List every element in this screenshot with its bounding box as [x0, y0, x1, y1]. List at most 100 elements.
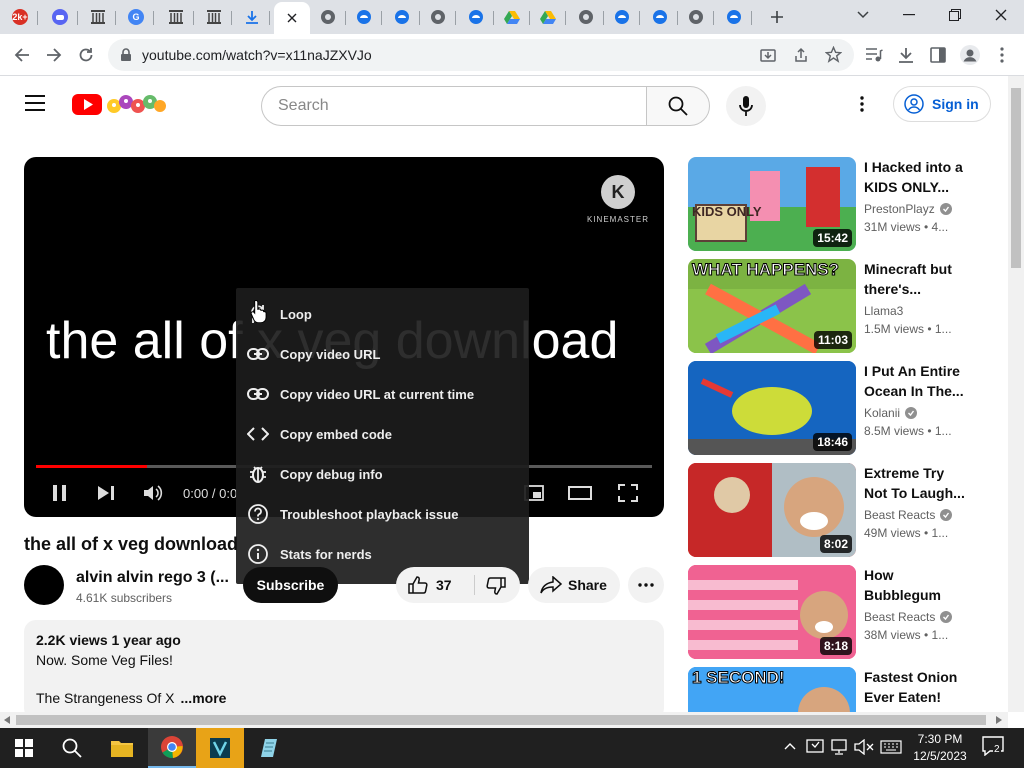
browser-tab[interactable]	[346, 4, 382, 30]
chevron-up-icon[interactable]	[784, 742, 796, 750]
taskbar-clock[interactable]: 7:30 PM 12/5/2023	[910, 731, 970, 765]
context-menu-item[interactable]: Loop	[236, 294, 529, 334]
browser-tab[interactable]	[716, 4, 752, 30]
app-v-taskbar[interactable]	[196, 728, 244, 768]
channel-name[interactable]: alvin alvin rego 3 (...	[76, 569, 229, 587]
recommended-video[interactable]: 8:18 How Bubblegum Is... Beast Reacts 38M v…	[688, 565, 978, 659]
browser-tab[interactable]: G	[118, 4, 154, 30]
recommended-video-title[interactable]: Minecraft but there's...	[864, 259, 968, 299]
downloads-button[interactable]	[895, 44, 917, 66]
browser-tab[interactable]: 2k+	[2, 4, 38, 30]
recommended-video[interactable]: 1 SECOND! Fastest Onion Ever Eaten!	[688, 667, 978, 712]
app-notes-taskbar[interactable]	[244, 728, 292, 768]
recommended-video-title[interactable]: I Put An Entire Ocean In The...	[864, 361, 968, 401]
browser-tab[interactable]	[274, 2, 310, 34]
speaker-muted-icon[interactable]	[854, 739, 874, 755]
keyboard-icon[interactable]	[880, 740, 902, 754]
settings-menu-button[interactable]	[860, 96, 864, 112]
recommended-video[interactable]: 8:02 Extreme Try Not To Laugh... Beast Rea…	[688, 463, 978, 557]
chrome-menu-button[interactable]	[991, 44, 1013, 66]
browser-tab[interactable]	[384, 4, 420, 30]
vertical-scroll-thumb[interactable]	[1011, 88, 1021, 268]
recommended-video-title[interactable]: How Bubblegum Is...	[864, 565, 968, 605]
youtube-logo[interactable]	[72, 90, 168, 118]
back-button[interactable]	[11, 44, 33, 66]
new-tab-button[interactable]	[766, 6, 788, 28]
channel-avatar[interactable]	[24, 565, 64, 605]
browser-tab[interactable]	[80, 4, 116, 30]
context-menu-item[interactable]: Copy video URL at current time	[236, 374, 529, 414]
tray-app-icon[interactable]	[806, 739, 824, 755]
recommended-video-title[interactable]: Extreme Try Not To Laugh...	[864, 463, 968, 503]
recommended-channel[interactable]: Kolanii	[864, 406, 918, 420]
address-bar[interactable]: youtube.com/watch?v=x11naJZXVJo	[108, 39, 854, 71]
video-thumbnail[interactable]: 1 SECOND!	[688, 667, 856, 712]
browser-tab[interactable]	[494, 4, 530, 30]
guide-menu-button[interactable]	[24, 94, 46, 112]
media-controls-button[interactable]	[863, 44, 885, 66]
recommended-channel[interactable]: Beast Reacts	[864, 508, 953, 522]
browser-tab[interactable]	[420, 4, 456, 30]
video-thumbnail[interactable]: WHAT HAPPENS? 11:03	[688, 259, 856, 353]
browser-tab[interactable]	[196, 4, 232, 30]
notifications-button[interactable]: 2	[982, 736, 1008, 760]
share-button[interactable]: Share	[528, 567, 620, 603]
file-explorer-app[interactable]	[98, 728, 146, 768]
scroll-left-icon[interactable]	[4, 716, 10, 724]
sign-in-button[interactable]: Sign in	[893, 86, 991, 122]
restore-button[interactable]	[932, 0, 978, 30]
recommended-video[interactable]: WHAT HAPPENS? 11:03 Minecraft but there's.…	[688, 259, 978, 353]
more-actions-button[interactable]	[628, 567, 664, 603]
theater-mode-button[interactable]	[566, 479, 594, 507]
bookmark-star-icon[interactable]	[825, 46, 842, 63]
pause-button[interactable]	[46, 479, 74, 507]
close-tab-icon[interactable]	[287, 13, 297, 23]
browser-tab[interactable]	[604, 4, 640, 30]
close-window-button[interactable]	[978, 0, 1024, 30]
share-page-icon[interactable]	[793, 47, 809, 63]
browser-tab[interactable]	[310, 4, 346, 30]
side-panel-button[interactable]	[927, 44, 949, 66]
install-app-icon[interactable]	[760, 47, 776, 63]
video-thumbnail[interactable]: 8:18	[688, 565, 856, 659]
vertical-scrollbar[interactable]	[1008, 76, 1024, 712]
next-button[interactable]	[92, 479, 120, 507]
video-thumbnail[interactable]: KIDS ONLY 15:42	[688, 157, 856, 251]
horizontal-scroll-thumb[interactable]	[16, 715, 986, 725]
browser-tab[interactable]	[530, 4, 566, 30]
recommended-video[interactable]: 18:46 I Put An Entire Ocean In The... Kola…	[688, 361, 978, 455]
search-button[interactable]	[646, 86, 710, 126]
video-thumbnail[interactable]: 18:46	[688, 361, 856, 455]
thumbs-up-icon[interactable]	[408, 576, 428, 594]
tab-search-button[interactable]	[840, 0, 886, 30]
context-menu-item[interactable]: Troubleshoot playback issue	[236, 494, 529, 534]
thumbs-down-icon[interactable]	[486, 577, 506, 595]
network-icon[interactable]	[830, 739, 848, 755]
voice-search-button[interactable]	[726, 86, 766, 126]
subscribe-button[interactable]: Subscribe	[243, 567, 338, 603]
description-box[interactable]: 2.2K views 1 year ago Now. Some Veg File…	[24, 620, 664, 720]
browser-tab[interactable]	[234, 4, 270, 30]
fullscreen-button[interactable]	[614, 479, 642, 507]
recommended-video-title[interactable]: I Hacked into a KIDS ONLY...	[864, 157, 968, 197]
browser-tab[interactable]	[642, 4, 678, 30]
recommended-channel[interactable]: Llama3	[864, 304, 903, 318]
context-menu-item[interactable]: Copy debug info	[236, 454, 529, 494]
forward-button[interactable]	[43, 44, 65, 66]
show-more-link[interactable]: ...more	[181, 690, 227, 706]
browser-tab[interactable]	[458, 4, 494, 30]
browser-tab[interactable]	[158, 4, 194, 30]
reload-button[interactable]	[75, 44, 97, 66]
scroll-right-icon[interactable]	[996, 716, 1002, 724]
url-text[interactable]: youtube.com/watch?v=x11naJZXVJo	[142, 47, 372, 63]
chrome-app[interactable]	[148, 728, 196, 768]
profile-button[interactable]	[959, 44, 981, 66]
recommended-video[interactable]: KIDS ONLY 15:42 I Hacked into a KIDS ONLY.…	[688, 157, 978, 251]
context-menu-item[interactable]: Copy embed code	[236, 414, 529, 454]
start-button[interactable]	[0, 728, 48, 768]
recommended-channel[interactable]: PrestonPlayz	[864, 202, 952, 216]
search-input[interactable]: Search	[261, 86, 647, 126]
video-thumbnail[interactable]: 8:02	[688, 463, 856, 557]
horizontal-scrollbar[interactable]	[0, 712, 1008, 728]
mute-button[interactable]	[139, 479, 167, 507]
